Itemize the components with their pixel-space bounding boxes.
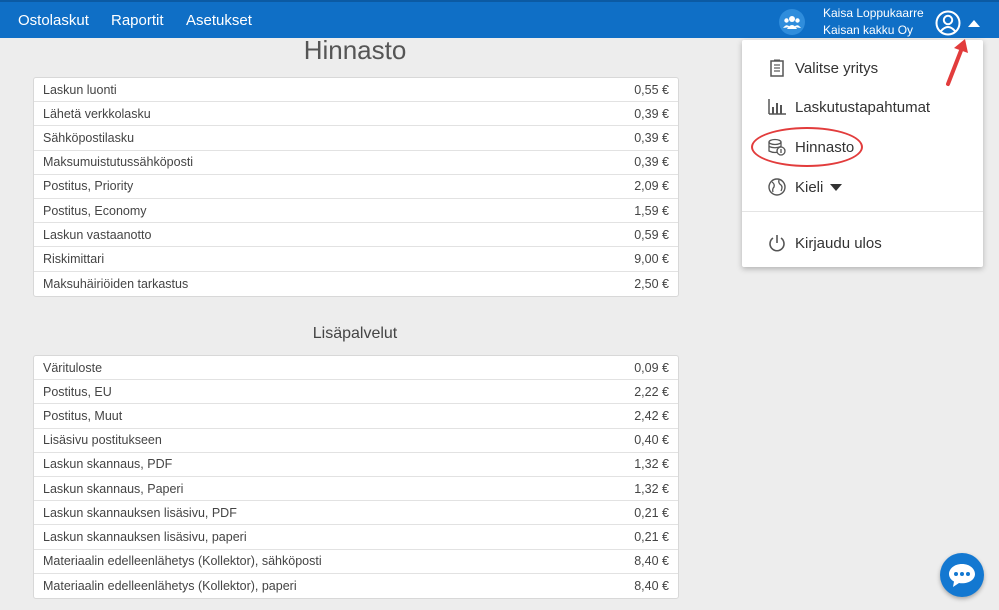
nav-raportit[interactable]: Raportit [111,12,164,29]
menu-item-kirjaudu-ulos[interactable]: Kirjaudu ulos [767,233,882,253]
row-label: Postitus, EU [43,384,112,399]
table-row: Lisäsivu postitukseen 0,40 € [34,429,678,453]
row-price: 0,09 € [634,360,669,375]
row-label: Postitus, Economy [43,203,147,218]
table-row: Postitus, Economy 1,59 € [34,199,678,224]
annotation-arrow-icon [946,39,968,86]
row-price: 2,42 € [634,408,669,423]
nav-asetukset[interactable]: Asetukset [186,12,252,29]
price-list-table: Laskun luonti 0,55 € Lähetä verkkolasku 0,3… [33,77,679,297]
table-row: Materiaalin edelleenlähetys (Kollektor),… [34,574,678,598]
bar-chart-icon [767,97,787,117]
table-row: Laskun skannauksen lisäsivu, PDF 0,21 € [34,501,678,526]
menu-toggle-caret-icon[interactable] [968,20,980,27]
table-row: Materiaalin edelleenlähetys (Kollektor),… [34,550,678,574]
table-row: Laskun luonti 0,55 € [34,78,678,103]
row-label: Postitus, Priority [43,179,134,194]
chat-bubble-icon [949,564,975,587]
menu-divider [742,211,983,212]
row-price: 8,40 € [634,578,669,593]
row-price: 0,59 € [634,227,669,242]
table-row: Värituloste 0,09 € [34,356,678,381]
extras-price-table: Värituloste 0,09 € Postitus, EU 2,22 € Posti… [33,355,679,599]
row-label: Maksuhäiriöiden tarkastus [43,276,189,291]
menu-label: Valitse yritys [795,59,879,77]
user-avatar-icon[interactable] [935,10,961,41]
annotation-highlight-ring [751,127,863,167]
row-label: Postitus, Muut [43,408,123,423]
nav-ostolaskut[interactable]: Ostolaskut [18,12,89,29]
row-price: 2,22 € [634,384,669,399]
table-row: Laskun skannauksen lisäsivu, paperi 0,21 … [34,525,678,550]
table-row: Maksuhäiriöiden tarkastus 2,50 € [34,272,678,296]
menu-label: Kirjaudu ulos [795,234,882,252]
menu-item-laskutustapahtumat[interactable]: Laskutustapahtumat [767,97,930,117]
user-company: Kaisan kakku Oy [823,23,914,37]
row-label: Materiaalin edelleenlähetys (Kollektor),… [43,578,297,593]
row-label: Riskimittari [43,251,105,266]
table-row: Laskun vastaanotto 0,59 € [34,223,678,248]
row-price: 0,39 € [634,106,669,121]
user-name: Kaisa Loppukaarre [823,6,924,20]
chat-button[interactable] [940,553,984,597]
table-row: Postitus, Muut 2,42 € [34,404,678,429]
page-title: Hinnasto [303,35,407,65]
table-row: Laskun skannaus, Paperi 1,32 € [34,477,678,502]
row-price: 8,40 € [634,554,669,569]
menu-item-kieli[interactable]: Kieli [767,177,843,197]
chevron-down-icon [830,183,843,191]
top-navbar: Ostolaskut Raportit Asetukset Kaisa Lopp… [0,0,999,38]
row-price: 0,39 € [634,130,669,145]
section-title-extras: Lisäpalvelut [312,325,398,342]
table-row: Lähetä verkkolasku 0,39 € [34,102,678,127]
row-price: 0,55 € [634,82,669,97]
globe-icon [767,177,787,197]
row-label: Sähköpostilasku [43,130,135,145]
row-price: 0,40 € [634,433,669,448]
row-price: 9,00 € [634,251,669,266]
company-group-icon[interactable] [779,9,805,35]
table-row: Postitus, Priority 2,09 € [34,175,678,199]
row-price: 2,09 € [634,179,669,194]
menu-item-valitse-yritys[interactable]: Valitse yritys [767,58,878,78]
table-row: Riskimittari 9,00 € [34,247,678,272]
power-icon [767,233,787,253]
row-label: Laskun skannaus, PDF [43,457,173,472]
row-price: 2,50 € [634,276,669,291]
menu-label: Laskutustapahtumat [795,98,931,116]
row-label: Lähetä verkkolasku [43,106,151,121]
row-label: Laskun skannaus, Paperi [43,481,184,496]
row-label: Laskun skannauksen lisäsivu, paperi [43,529,247,544]
row-price: 0,39 € [634,155,669,170]
row-price: 1,32 € [634,457,669,472]
user-info[interactable]: Kaisa Loppukaarre Kaisan kakku Oy [823,5,924,39]
row-label: Lisäsivu postitukseen [43,433,162,448]
menu-label: Kieli [795,178,824,196]
table-row: Laskun skannaus, PDF 1,32 € [34,453,678,477]
row-price: 1,32 € [634,481,669,496]
table-row: Postitus, EU 2,22 € [34,380,678,405]
row-label: Värituloste [43,360,103,375]
row-label: Maksumuistutussähköposti [43,155,194,170]
row-price: 1,59 € [634,203,669,218]
row-label: Laskun skannauksen lisäsivu, PDF [43,505,237,520]
table-row: Sähköpostilasku 0,39 € [34,126,678,151]
row-price: 0,21 € [634,529,669,544]
row-label: Materiaalin edelleenlähetys (Kollektor),… [43,554,322,569]
row-price: 0,21 € [634,505,669,520]
building-icon [767,58,787,78]
table-row: Maksumuistutussähköposti 0,39 € [34,151,678,175]
row-label: Laskun vastaanotto [43,227,152,242]
row-label: Laskun luonti [43,82,117,97]
